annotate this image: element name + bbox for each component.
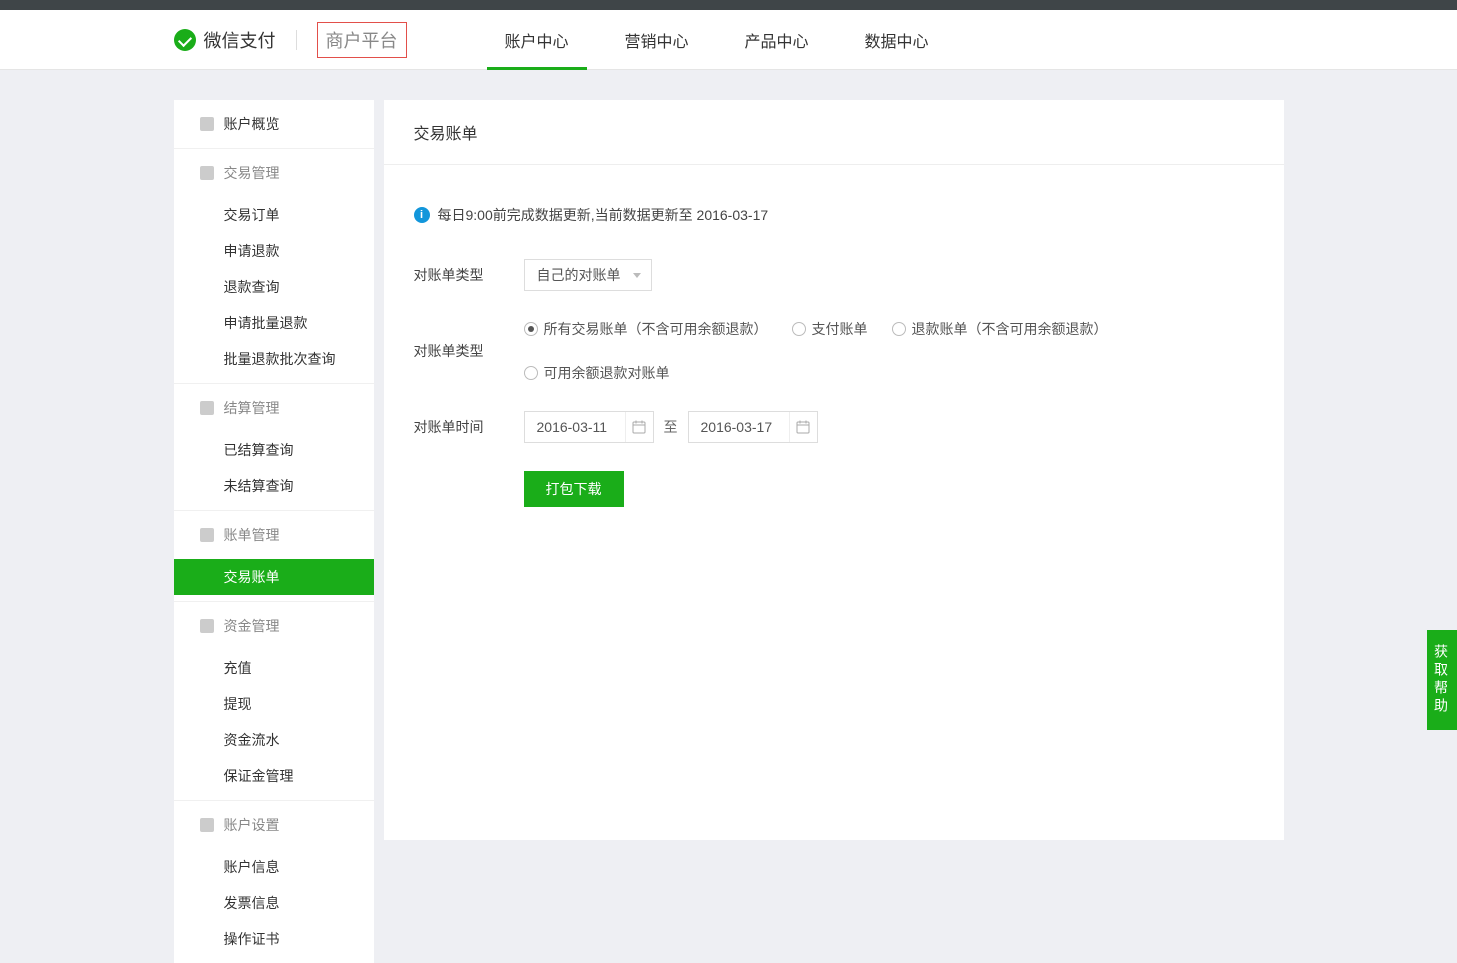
- radio-balance-refund[interactable]: 可用余额退款对账单: [524, 363, 670, 383]
- brand-divider: [296, 30, 297, 50]
- nav-label: 营销中心: [625, 28, 689, 52]
- sidebar-item-refund-apply[interactable]: 申请退款: [174, 233, 374, 269]
- page-title: 交易账单: [384, 100, 1284, 165]
- bill-type-select[interactable]: 自己的对账单: [524, 259, 652, 291]
- sidebar: 账户概览 交易管理 交易订单 申请退款 退款查询 申请批量退款 批量退款批次查询…: [174, 100, 374, 963]
- sidebar-label: 账户概览: [224, 114, 280, 134]
- sidebar-group-settlement: 结算管理: [174, 384, 374, 432]
- fund-icon: [200, 619, 214, 633]
- radio-label: 所有交易账单（不含可用余额退款）: [544, 319, 768, 339]
- date-to-input[interactable]: 2016-03-17: [688, 411, 818, 443]
- radio-label: 可用余额退款对账单: [544, 363, 670, 383]
- sidebar-item-trade-bill[interactable]: 交易账单: [174, 559, 374, 595]
- sidebar-label: 账单管理: [224, 525, 280, 545]
- sidebar-item-security-deposit[interactable]: 保证金管理: [174, 758, 374, 794]
- sidebar-item-invoice-info[interactable]: 发票信息: [174, 885, 374, 921]
- top-nav-account-center[interactable]: 账户中心: [477, 10, 597, 69]
- top-nav-marketing-center[interactable]: 营销中心: [597, 10, 717, 69]
- label-bill-type-select: 对账单类型: [414, 265, 524, 285]
- sidebar-item-recharge[interactable]: 充值: [174, 650, 374, 686]
- date-from-value: 2016-03-11: [537, 419, 608, 435]
- date-range-separator: 至: [664, 417, 678, 437]
- radio-label: 支付账单: [812, 319, 868, 339]
- calendar-icon: [789, 412, 817, 442]
- header: 微信支付 商户平台 账户中心 营销中心 产品中心 数据中心: [0, 10, 1457, 70]
- select-value: 自己的对账单: [537, 265, 621, 285]
- calendar-icon: [625, 412, 653, 442]
- radio-label: 退款账单（不含可用余额退款）: [912, 319, 1108, 339]
- sidebar-item-batch-refund-apply[interactable]: 申请批量退款: [174, 305, 374, 341]
- label-bill-type-radio: 对账单类型: [414, 341, 524, 361]
- button-label: 打包下载: [546, 481, 602, 497]
- bill-type-radio-group: 所有交易账单（不含可用余额退款） 支付账单 退款账单（不含可用余额退款） 可用余…: [524, 319, 1254, 383]
- radio-all-trade[interactable]: 所有交易账单（不含可用余额退款）: [524, 319, 768, 339]
- radio-refund[interactable]: 退款账单（不含可用余额退款）: [892, 319, 1108, 339]
- sidebar-item-withdraw[interactable]: 提现: [174, 686, 374, 722]
- radio-icon: [524, 366, 538, 380]
- sidebar-label: 账户设置: [224, 815, 280, 835]
- date-to-value: 2016-03-17: [701, 419, 773, 435]
- sidebar-item-overview[interactable]: 账户概览: [174, 100, 374, 149]
- download-button[interactable]: 打包下载: [524, 471, 624, 507]
- radio-icon: [892, 322, 906, 336]
- sidebar-group-account-setting: 账户设置: [174, 801, 374, 849]
- sidebar-item-unsettled-query[interactable]: 未结算查询: [174, 468, 374, 504]
- sidebar-item-refund-query[interactable]: 退款查询: [174, 269, 374, 305]
- top-nav-data-center[interactable]: 数据中心: [837, 10, 957, 69]
- help-tab-label: 获取帮助: [1433, 644, 1449, 716]
- radio-icon: [524, 322, 538, 336]
- bill-icon: [200, 528, 214, 542]
- sidebar-item-batch-refund-query[interactable]: 批量退款批次查询: [174, 341, 374, 377]
- date-from-input[interactable]: 2016-03-11: [524, 411, 654, 443]
- sidebar-item-settled-query[interactable]: 已结算查询: [174, 432, 374, 468]
- info-text: 每日9:00前完成数据更新,当前数据更新至 2016-03-17: [438, 205, 769, 225]
- nav-label: 产品中心: [745, 28, 809, 52]
- sidebar-item-fund-flow[interactable]: 资金流水: [174, 722, 374, 758]
- label-bill-time: 对账单时间: [414, 417, 524, 437]
- top-nav-product-center[interactable]: 产品中心: [717, 10, 837, 69]
- main-panel: 交易账单 i 每日9:00前完成数据更新,当前数据更新至 2016-03-17 …: [384, 100, 1284, 840]
- sidebar-group-bill: 账单管理: [174, 511, 374, 559]
- transaction-icon: [200, 166, 214, 180]
- top-dark-bar: [0, 0, 1457, 10]
- radio-icon: [792, 322, 806, 336]
- brand-sub-highlight: 商户平台: [317, 22, 407, 58]
- overview-icon: [200, 117, 214, 131]
- settlement-icon: [200, 401, 214, 415]
- wechat-pay-icon: [174, 29, 196, 51]
- info-icon: i: [414, 207, 430, 223]
- sidebar-group-fund: 资金管理: [174, 602, 374, 650]
- help-tab[interactable]: 获取帮助: [1427, 630, 1457, 730]
- info-banner: i 每日9:00前完成数据更新,当前数据更新至 2016-03-17: [414, 205, 1254, 225]
- brand-name: 微信支付: [204, 27, 276, 53]
- radio-pay[interactable]: 支付账单: [792, 319, 868, 339]
- brand-logo-group[interactable]: 微信支付 商户平台: [174, 22, 407, 58]
- sidebar-item-account-info[interactable]: 账户信息: [174, 849, 374, 885]
- sidebar-item-cert[interactable]: 操作证书: [174, 921, 374, 957]
- top-nav: 账户中心 营销中心 产品中心 数据中心: [477, 10, 957, 69]
- sidebar-item-order[interactable]: 交易订单: [174, 197, 374, 233]
- sidebar-label: 结算管理: [224, 398, 280, 418]
- sidebar-label: 资金管理: [224, 616, 280, 636]
- sidebar-group-transaction: 交易管理: [174, 149, 374, 197]
- gear-icon: [200, 818, 214, 832]
- nav-label: 账户中心: [505, 28, 569, 52]
- nav-label: 数据中心: [865, 28, 929, 52]
- sidebar-label: 交易管理: [224, 163, 280, 183]
